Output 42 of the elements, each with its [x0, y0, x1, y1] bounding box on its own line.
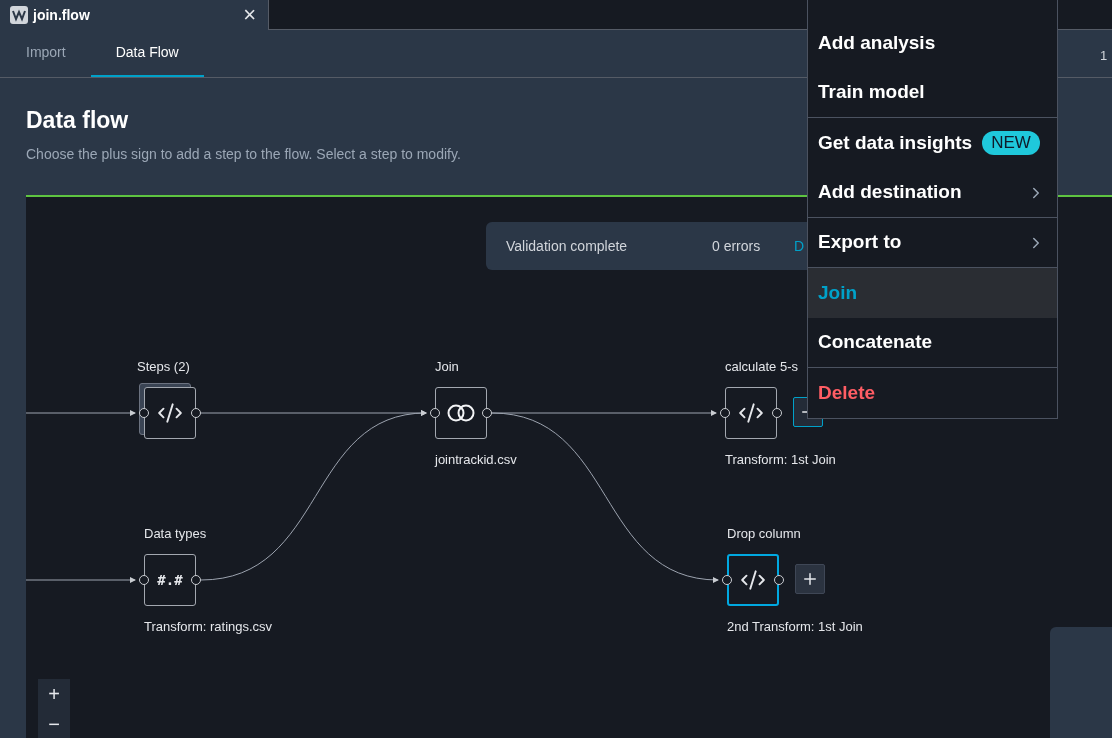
step-node[interactable]	[435, 387, 487, 439]
menu-item[interactable]: Join	[808, 268, 1057, 318]
node-caption: Transform: ratings.csv	[144, 618, 273, 636]
node-label: Join	[435, 358, 459, 376]
node-caption: jointrackid.csv	[435, 451, 517, 469]
zoom-out-button[interactable]: −	[38, 709, 70, 738]
plus-icon	[801, 570, 819, 588]
validation-status: Validation complete	[506, 236, 629, 256]
tab[interactable]: Data Flow	[90, 29, 204, 77]
wave-logo-icon	[10, 6, 28, 24]
code-icon	[740, 567, 766, 593]
code-icon	[157, 400, 183, 426]
node-label: Data types	[144, 525, 207, 543]
node-label: Steps (2)	[137, 358, 190, 376]
details-link[interactable]: D	[794, 235, 805, 257]
node-caption: 2nd Transform: 1st Join	[727, 618, 863, 636]
menu-item[interactable]: Add analysis	[808, 18, 1057, 68]
tab[interactable]: Import	[26, 29, 91, 77]
step-node[interactable]	[725, 387, 777, 439]
file-tab-title: join.flow	[33, 5, 90, 25]
menu-item[interactable]: Concatenate	[808, 318, 1057, 368]
step-node[interactable]: #.#	[144, 554, 196, 606]
zoom-in-button[interactable]: +	[38, 679, 70, 709]
step-node[interactable]	[727, 554, 779, 606]
menu-item[interactable]: Train model	[808, 68, 1057, 118]
node-label: Drop column	[727, 525, 801, 543]
menu-item[interactable]: Get data insights NEW	[808, 118, 1057, 168]
node-caption: Transform: 1st Join	[725, 451, 836, 469]
menu-item[interactable]: Add destination	[808, 168, 1057, 218]
number-format-icon: #.#	[157, 569, 183, 591]
overlapping-circles-icon	[447, 404, 475, 422]
header-number: 1	[1100, 47, 1108, 65]
code-icon	[738, 400, 764, 426]
add-step-button[interactable]	[795, 564, 825, 594]
new-badge: NEW	[982, 131, 1040, 155]
page-description: Choose the plus sign to add a step to the flow. Select a step to modify.	[26, 145, 461, 164]
error-count: 0 errors	[712, 236, 762, 256]
file-tab[interactable]: join.flow ×	[0, 0, 268, 30]
close-button[interactable]: ×	[243, 4, 256, 26]
node-label: calculate 5-s	[725, 358, 798, 376]
page-title: Data flow	[26, 106, 130, 135]
menu-item[interactable]: Delete	[808, 368, 1057, 418]
